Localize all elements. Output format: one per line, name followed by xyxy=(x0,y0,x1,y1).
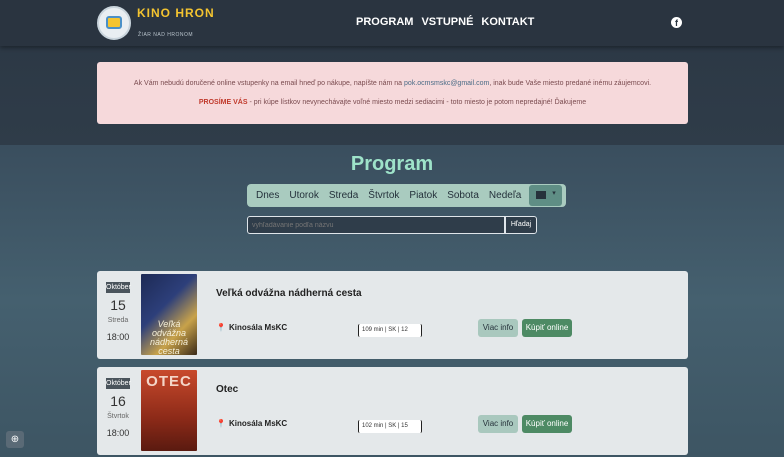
poster-title: OTEC xyxy=(146,373,192,390)
calendar-icon xyxy=(536,191,547,199)
page-title: Program xyxy=(350,153,434,175)
notice-line-1-end: , inak bude Vaše miesto predané inému zá… xyxy=(489,80,652,87)
date-day: 16 xyxy=(110,393,126,409)
venue-name: Kinosála MsKC xyxy=(228,419,288,428)
location-pin-icon: 📍 xyxy=(216,323,226,332)
chevron-down-icon: ▾ xyxy=(552,190,556,197)
location-pin-icon: 📍 xyxy=(216,419,226,428)
day-tab-stvrtok[interactable]: Štvrtok xyxy=(363,190,404,201)
date-month: Október xyxy=(106,282,131,293)
venue: 📍 Kinosála MsKC xyxy=(216,419,287,428)
logo-subtitle: ŽIAR NAD HRONOM xyxy=(138,32,193,38)
screening-details: 102 min | SK | 15 xyxy=(358,420,422,433)
navbar: KINO HRON ŽIAR NAD HRONOM PROGRAM VSTUPN… xyxy=(0,0,784,46)
venue-name: Kinosála MsKC xyxy=(228,323,288,332)
buy-online-button[interactable]: Kúpiť online xyxy=(522,319,572,337)
date-box: Október 16 Štvrtok 18:00 xyxy=(106,378,131,444)
logo-icon[interactable] xyxy=(97,6,131,40)
notice-line-2: PROSÍME VÁS - pri kúpe lístkov nevynechá… xyxy=(97,99,688,106)
date-month: Október xyxy=(106,378,131,389)
notice-emphasis: PROSÍME VÁS xyxy=(198,99,248,106)
screening-details: 109 min | SK | 12 xyxy=(358,324,422,337)
main-nav: PROGRAM VSTUPNÉ KONTAKT xyxy=(356,16,534,28)
date-box: Október 15 Streda 18:00 xyxy=(106,282,131,348)
screening-card: Október 15 Streda 18:00 Veľká odvážna ná… xyxy=(97,271,688,359)
notice-alert: Ak Vám nebudú doručené online vstupenky … xyxy=(97,62,688,124)
venue: 📍 Kinosála MsKC xyxy=(216,323,287,332)
calendar-dropdown-button[interactable]: ▾ xyxy=(529,185,563,206)
notice-line-1-start: Ak Vám nebudú doručené online vstupenky … xyxy=(133,80,405,87)
search-input[interactable] xyxy=(247,216,505,234)
logo-text[interactable]: KINO HRON xyxy=(137,7,215,19)
screening-time: 18:00 xyxy=(106,332,130,342)
facebook-icon[interactable]: f xyxy=(671,17,682,28)
day-tab-dnes[interactable]: Dnes xyxy=(251,190,284,201)
screening-time: 18:00 xyxy=(106,428,130,438)
day-filter: Dnes Utorok Streda Štvrtok Piatok Sobota… xyxy=(247,184,567,207)
screening-card: Október 16 Štvrtok 18:00 OTEC Otec 📍 Kino… xyxy=(97,367,688,455)
contact-email-link[interactable]: pok.ocmsmskc@gmail.com xyxy=(404,80,489,87)
more-info-button[interactable]: Viac info xyxy=(478,319,518,337)
notice-line-2-rest: - pri kúpe lístkov nevynechávajte voľné … xyxy=(247,99,587,106)
nav-kontakt[interactable]: KONTAKT xyxy=(481,16,534,28)
buy-online-button[interactable]: Kúpiť online xyxy=(522,415,572,433)
notice-line-1: Ak Vám nebudú doručené online vstupenky … xyxy=(97,80,688,87)
day-tab-nedela[interactable]: Nedeľa xyxy=(484,190,526,201)
nav-program[interactable]: PROGRAM xyxy=(356,16,413,28)
day-tab-streda[interactable]: Streda xyxy=(324,190,363,201)
date-weekday: Streda xyxy=(107,317,129,324)
language-globe-icon[interactable]: ⊕ xyxy=(6,431,24,448)
search-button[interactable]: Hľadaj xyxy=(505,216,537,234)
movie-title[interactable]: Otec xyxy=(216,384,238,395)
day-tab-utorok[interactable]: Utorok xyxy=(284,190,323,201)
date-day: 15 xyxy=(110,297,126,313)
poster-title: Veľká odvážna nádherná cesta xyxy=(149,319,189,356)
day-tab-sobota[interactable]: Sobota xyxy=(442,190,484,201)
more-info-button[interactable]: Viac info xyxy=(478,415,518,433)
date-weekday: Štvrtok xyxy=(107,413,129,420)
movie-title[interactable]: Veľká odvážna nádherná cesta xyxy=(216,288,362,299)
nav-vstupne[interactable]: VSTUPNÉ xyxy=(421,16,473,28)
day-tab-piatok[interactable]: Piatok xyxy=(404,190,442,201)
movie-poster[interactable]: Veľká odvážna nádherná cesta xyxy=(141,274,197,355)
movie-poster[interactable]: OTEC xyxy=(141,370,197,451)
